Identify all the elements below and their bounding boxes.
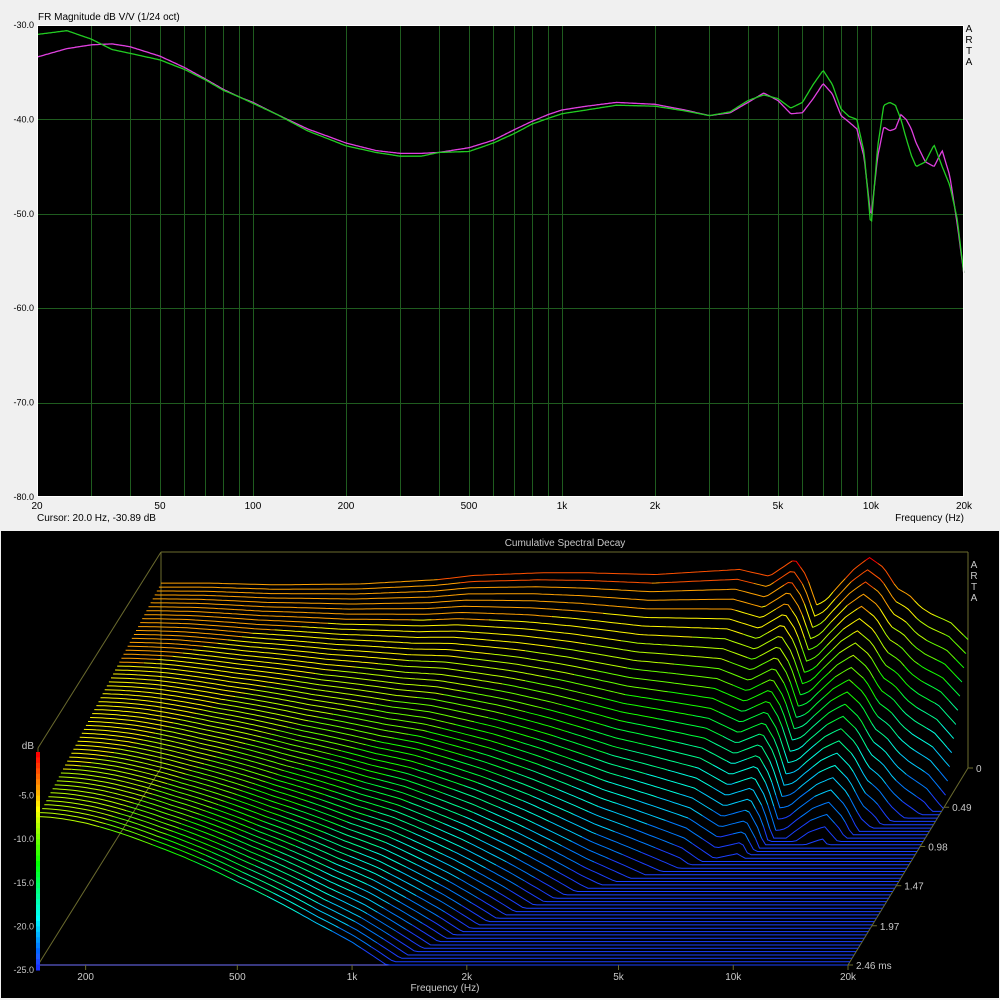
csd-color-scale-step (36, 942, 40, 949)
csd-color-scale-step (36, 790, 40, 797)
fr-x-tick-label: 500 (461, 501, 478, 512)
csd-color-scale (36, 752, 40, 971)
fr-x-axis-label: Frequency (Hz) (895, 513, 964, 524)
fr-watermark-letter: T (966, 46, 972, 57)
fr-watermark-letter: R (965, 35, 972, 46)
csd-z-tick-label: -25.0 (13, 965, 34, 975)
csd-x-axis-label: Frequency (Hz) (411, 983, 480, 994)
csd-time-tick-label: 0.98 (928, 842, 948, 853)
csd-color-scale-step (36, 861, 40, 867)
fr-x-tick-label: 50 (154, 501, 166, 512)
csd-x-tick-label: 10k (725, 972, 742, 983)
csd-z-tick-label: -10.0 (13, 834, 34, 844)
csd-color-scale-step (36, 752, 40, 758)
csd-color-scale-step (36, 806, 40, 813)
fr-x-tick-label: 5k (773, 501, 785, 512)
csd-color-scale-step (36, 850, 40, 857)
frequency-response-chart: FR Magnitude dB V/V (1/24 oct) Cursor: 20… (0, 0, 1000, 530)
fr-watermark-letter: A (966, 57, 973, 68)
fr-y-tick-label: -50.0 (13, 209, 34, 219)
csd-color-scale-step (36, 910, 40, 917)
fr-x-tick-label: 1k (557, 501, 569, 512)
csd-color-scale-step (36, 801, 40, 808)
csd-watermark-letter: A (971, 593, 978, 604)
csd-color-scale-step (36, 920, 40, 927)
csd-chart-title: Cumulative Spectral Decay (505, 538, 626, 549)
csd-color-scale-step (36, 877, 40, 884)
fr-y-tick-label: -30.0 (13, 20, 34, 30)
csd-color-scale-step (36, 888, 40, 895)
csd-time-tick-label: 1.97 (880, 922, 900, 933)
csd-time-tick-label: 2.46 ms (856, 961, 892, 972)
csd-z-axis-label: dB (22, 741, 35, 752)
csd-watermark-letter: R (970, 571, 977, 582)
csd-color-scale-step (36, 893, 40, 900)
csd-color-scale-step (36, 904, 40, 911)
fr-y-tick-label: -70.0 (13, 398, 34, 408)
csd-color-scale-step (36, 762, 40, 769)
csd-color-scale-step (36, 779, 40, 786)
csd-color-scale-step (36, 784, 40, 791)
csd-color-scale-step (36, 844, 40, 851)
csd-color-scale-step (36, 839, 40, 846)
csd-x-tick-label: 200 (77, 972, 94, 983)
csd-color-scale-step (36, 931, 40, 938)
csd-x-tick-label: 1k (347, 972, 359, 983)
csd-color-scale-step (36, 937, 40, 944)
csd-color-scale-step (36, 811, 40, 818)
csd-x-tick-label: 20k (840, 972, 857, 983)
csd-color-scale-step (36, 768, 40, 775)
csd-x-tick-label: 5k (613, 972, 625, 983)
csd-watermark-letter: A (971, 560, 978, 571)
cumulative-spectral-decay-chart: Cumulative Spectral Decay ARTAdB -5.0 -10.0… (0, 530, 1000, 1000)
fr-y-tick-label: -80.0 (13, 492, 34, 502)
csd-slice-line (954, 723, 957, 725)
csd-time-tick-label: 1.47 (904, 882, 924, 893)
fr-x-tick-label: 100 (245, 501, 262, 512)
csd-color-scale-step (36, 828, 40, 835)
csd-color-scale-step (36, 795, 40, 802)
csd-color-scale-step (36, 822, 40, 829)
csd-watermark-letter: T (971, 582, 977, 593)
fr-x-tick-label: 20 (31, 501, 43, 512)
fr-plot-area (37, 25, 964, 497)
csd-color-scale-step (36, 773, 40, 780)
csd-color-scale-step (36, 871, 40, 878)
csd-time-tick-label: 0.49 (952, 803, 972, 814)
fr-x-tick-label: 200 (338, 501, 355, 512)
csd-x-tick-label: 500 (229, 972, 246, 983)
csd-color-scale-step (36, 915, 40, 922)
fr-cursor-readout: Cursor: 20.0 Hz, -30.89 dB (37, 513, 156, 524)
fr-y-tick-label: -60.0 (13, 303, 34, 313)
fr-y-tick-label: -40.0 (13, 114, 34, 124)
csd-color-scale-step (36, 817, 40, 824)
csd-color-scale-step (36, 882, 40, 889)
csd-color-scale-step (36, 953, 40, 960)
csd-color-scale-step (36, 948, 40, 955)
csd-z-tick-label: -5.0 (18, 791, 34, 801)
csd-slice-line (948, 765, 951, 768)
csd-color-scale-step (36, 964, 40, 971)
csd-color-scale-step (36, 757, 40, 764)
csd-z-tick-label: -20.0 (13, 921, 34, 931)
csd-time-tick-label: 0 (976, 764, 982, 775)
fr-chart-title: FR Magnitude dB V/V (1/24 oct) (38, 12, 180, 23)
csd-color-scale-step (36, 855, 40, 862)
csd-color-scale-step (36, 866, 40, 873)
csd-color-scale-step (36, 899, 40, 906)
fr-x-tick-label: 2k (650, 501, 662, 512)
fr-x-tick-label: 20k (956, 501, 973, 512)
fr-x-tick-label: 10k (863, 501, 880, 512)
csd-x-tick-label: 2k (462, 972, 474, 983)
csd-slice-line (965, 652, 967, 655)
csd-color-scale-step (36, 833, 40, 840)
csd-color-scale-step (36, 959, 40, 966)
csd-z-tick-label: -15.0 (13, 878, 34, 888)
csd-color-scale-step (36, 926, 40, 933)
fr-watermark-letter: A (966, 24, 973, 35)
